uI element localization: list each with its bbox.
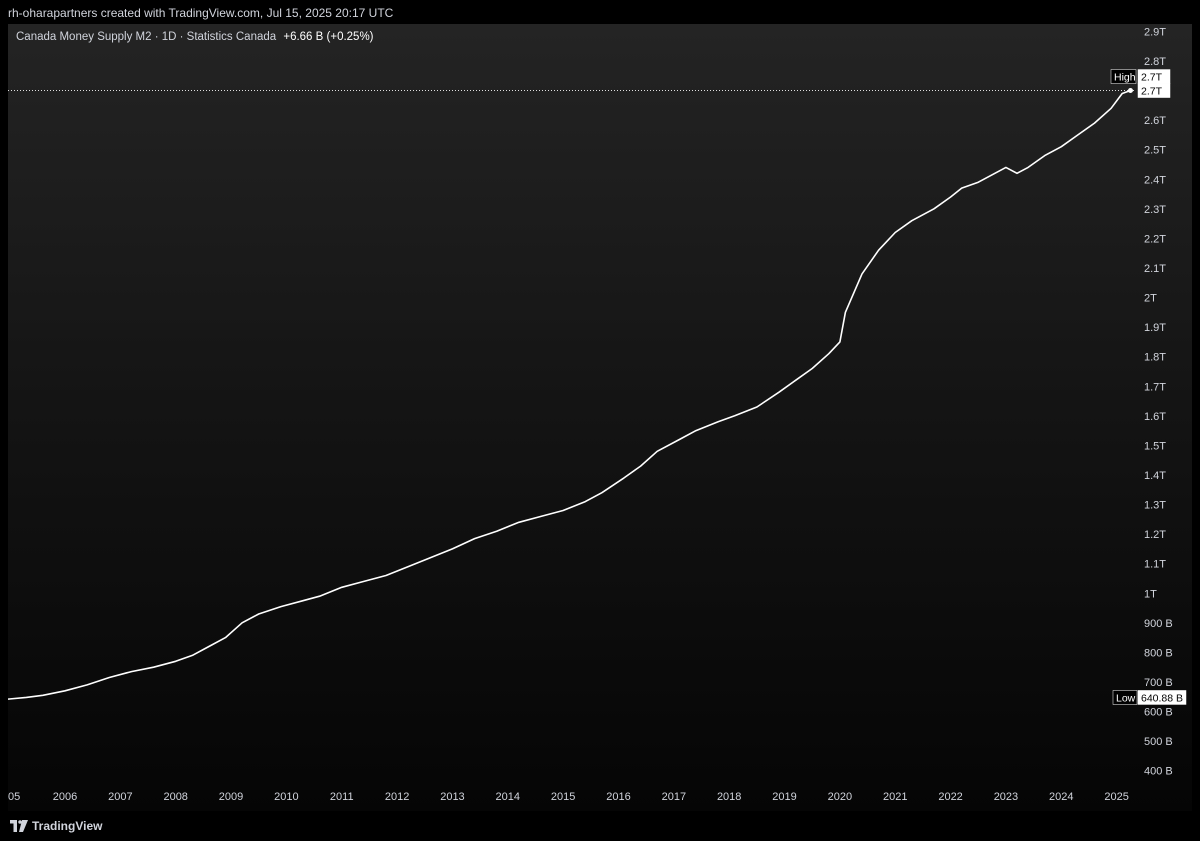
y-tick-label: 2.9T — [1144, 26, 1166, 38]
low-label: Low — [1116, 692, 1136, 704]
y-tick-label: 1.6T — [1144, 411, 1166, 423]
x-tick-label: 2010 — [274, 791, 298, 803]
y-tick-label: 900 B — [1144, 618, 1173, 630]
y-tick-label: 400 B — [1144, 766, 1173, 778]
y-tick-label: 2.1T — [1144, 263, 1166, 275]
y-tick-label: 1T — [1144, 588, 1157, 600]
x-tick-label: 2025 — [1104, 791, 1128, 803]
chart-panel[interactable]: Canada Money Supply M2 · 1D · Statistics… — [8, 24, 1192, 811]
y-tick-label: 1.3T — [1144, 500, 1166, 512]
x-tick-label: 2024 — [1049, 791, 1073, 803]
series-line — [8, 89, 1131, 700]
y-axis[interactable]: 400 B 500 B 600 B 700 B 800 B 900 B 1T 1.1T 1.2T… — [1144, 26, 1173, 777]
x-tick-label: 2016 — [606, 791, 630, 803]
x-tick-label: 2012 — [385, 791, 409, 803]
y-tick-label: 600 B — [1144, 707, 1173, 719]
y-tick-label: 2.6T — [1144, 115, 1166, 127]
x-tick-label: 2021 — [883, 791, 907, 803]
x-tick-label: 2023 — [994, 791, 1018, 803]
y-tick-label: 1.9T — [1144, 322, 1166, 334]
y-tick-label: 2.8T — [1144, 56, 1166, 68]
y-tick-label: 1.2T — [1144, 529, 1166, 541]
y-tick-label: 1.7T — [1144, 381, 1166, 393]
x-tick-label: 2013 — [440, 791, 464, 803]
tradingview-brand[interactable]: TradingView — [10, 819, 102, 833]
x-tick-label: 2008 — [163, 791, 187, 803]
x-tick-label: 2011 — [330, 791, 354, 803]
high-label: High — [1114, 72, 1136, 84]
x-tick-label: 2019 — [772, 791, 796, 803]
y-tick-label: 2.2T — [1144, 233, 1166, 245]
x-tick-label: 2015 — [551, 791, 575, 803]
y-tick-label: 1.5T — [1144, 440, 1166, 452]
x-tick-label: 2014 — [496, 791, 520, 803]
y-tick-label: 500 B — [1144, 736, 1173, 748]
tradingview-logo-icon — [10, 820, 28, 832]
y-tick-label: 700 B — [1144, 677, 1173, 689]
last-value: 2.7T — [1141, 86, 1163, 98]
x-tick-label: 2017 — [662, 791, 686, 803]
credit-text: rh-oharapartners created with TradingVie… — [8, 6, 394, 20]
plot-area[interactable] — [8, 88, 1136, 700]
x-tick-label: 05 — [8, 791, 20, 803]
last-value-point — [1127, 88, 1133, 94]
x-axis[interactable]: 05 2006 2007 2008 2009 2010 2011 2012 2013 2014 20… — [8, 791, 1129, 803]
chart-footer: TradingView — [0, 811, 1200, 841]
y-tick-label: 800 B — [1144, 647, 1173, 659]
x-tick-label: 2007 — [108, 791, 132, 803]
low-value: 640.88 B — [1141, 692, 1183, 704]
y-tick-label: 2T — [1144, 293, 1157, 305]
y-tick-label: 2.3T — [1144, 204, 1166, 216]
price-chart[interactable]: 400 B 500 B 600 B 700 B 800 B 900 B 1T 1.1T 1.2T… — [8, 24, 1192, 811]
y-tick-label: 1.4T — [1144, 470, 1166, 482]
tradingview-brand-label: TradingView — [32, 819, 103, 833]
y-tick-label: 1.1T — [1144, 559, 1166, 571]
y-tick-label: 2.5T — [1144, 145, 1166, 157]
y-tick-label: 1.8T — [1144, 352, 1166, 364]
x-tick-label: 2018 — [717, 791, 741, 803]
x-tick-label: 2022 — [938, 791, 962, 803]
high-value: 2.7T — [1141, 72, 1163, 84]
chart-header: rh-oharapartners created with TradingVie… — [0, 0, 1200, 24]
x-tick-label: 2006 — [53, 791, 77, 803]
x-tick-label: 2009 — [219, 791, 243, 803]
y-tick-label: 2.4T — [1144, 174, 1166, 186]
x-tick-label: 2020 — [828, 791, 852, 803]
